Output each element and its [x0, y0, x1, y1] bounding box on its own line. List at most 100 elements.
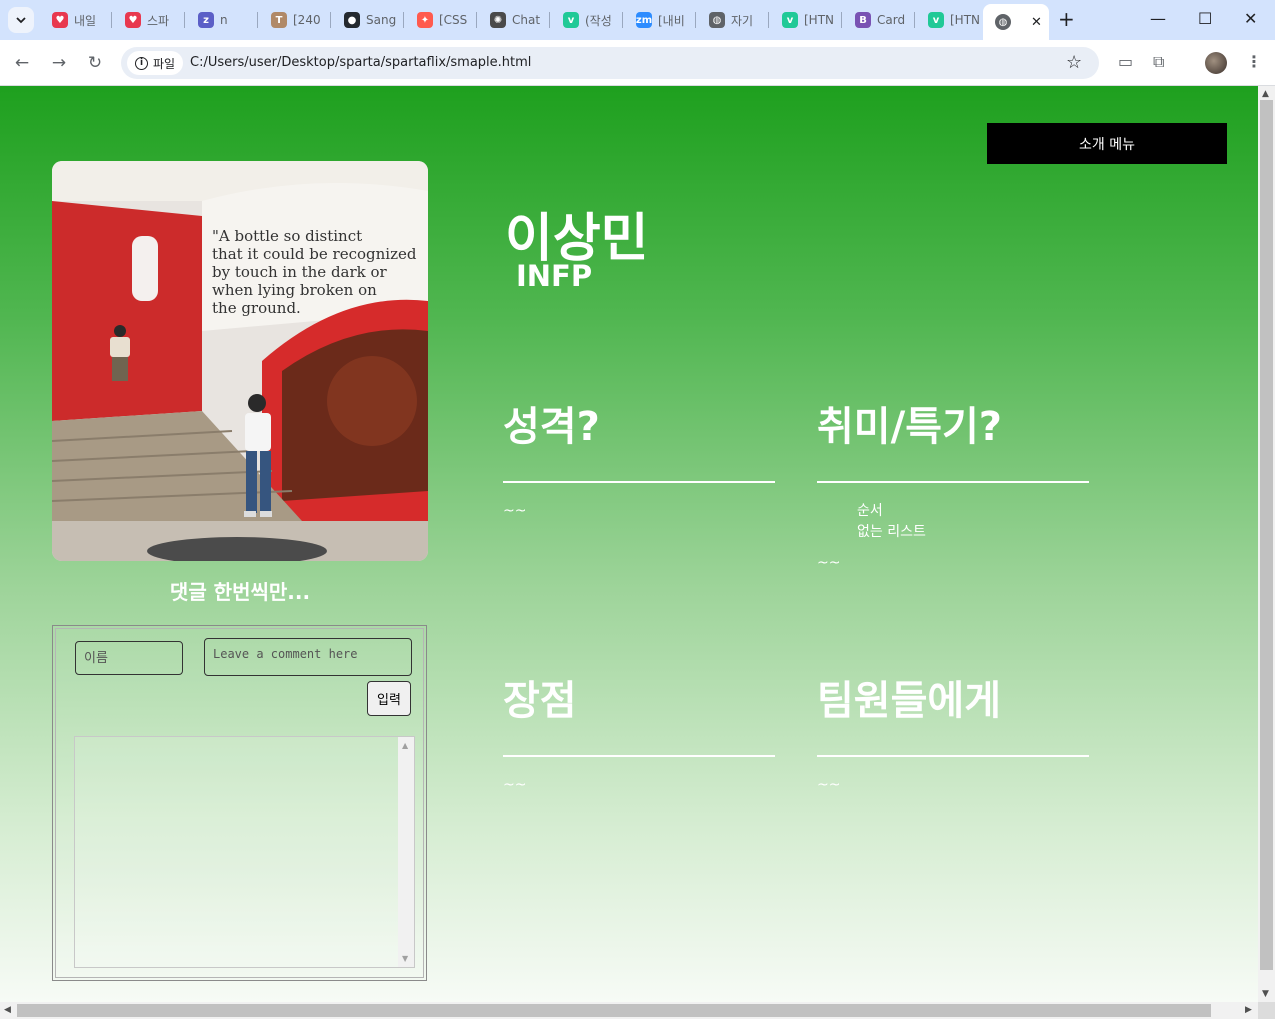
- section-body: ~~: [817, 555, 841, 571]
- section-to-team: 팀원들에게 ~~: [817, 671, 1089, 793]
- cast-icon[interactable]: ▭: [1118, 52, 1133, 71]
- page-horizontal-scrollbar[interactable]: ◀ ▶: [0, 1002, 1258, 1019]
- tab-favicon-icon: v: [563, 12, 579, 28]
- back-arrow-icon[interactable]: ←: [11, 52, 33, 74]
- tab-title: [CSS: [439, 13, 468, 27]
- comment-form: 입력 ▲ ▼: [52, 625, 427, 981]
- browser-tab[interactable]: B Card: [843, 6, 913, 34]
- browser-tab[interactable]: zm [내비: [624, 6, 694, 34]
- scrollbar-thumb[interactable]: [1260, 100, 1273, 970]
- section-personality: 성격? ~~: [503, 397, 775, 519]
- list-item: 없는 리스트: [857, 524, 926, 540]
- comment-list-scrollbar[interactable]: ▲ ▼: [398, 737, 414, 967]
- comment-textarea[interactable]: [204, 638, 412, 676]
- tab-separator: [695, 12, 696, 28]
- tab-separator: [841, 12, 842, 28]
- browser-tab[interactable]: v [HTN: [916, 6, 986, 34]
- tab-title: (작성: [585, 13, 612, 28]
- tab-separator: [622, 12, 623, 28]
- tab-title: 스파: [147, 13, 170, 28]
- name-input[interactable]: [75, 641, 183, 675]
- close-tab-icon[interactable]: ✕: [1031, 15, 1042, 30]
- browser-tab[interactable]: ♥ 내일: [40, 6, 110, 34]
- section-hobbies: 취미/특기? 순서 없는 리스트 ~~: [817, 397, 1089, 571]
- browser-tab[interactable]: ◍ 자기: [697, 6, 767, 34]
- browser-tab[interactable]: T [240: [259, 6, 329, 34]
- tab-favicon-icon: ♥: [125, 12, 141, 28]
- more-menu-icon[interactable]: ⋮: [1246, 52, 1262, 71]
- extensions-icon[interactable]: ⧉: [1153, 52, 1164, 72]
- scroll-down-icon[interactable]: ▼: [402, 954, 408, 963]
- browser-tab[interactable]: v [HTN: [770, 6, 840, 34]
- page-vertical-scrollbar[interactable]: ▲ ▼: [1258, 86, 1275, 1002]
- tab-strip: ♥ 내일 ♥ 스파 z n T [240 ● Sang ✦ [CSS ✺ Chat v (작성 zm [내비 ◍ 자기…: [0, 0, 1275, 40]
- maximize-icon[interactable]: ☐: [1198, 9, 1212, 29]
- chevron-down-icon: [16, 17, 26, 24]
- tab-title: Sang: [366, 13, 397, 27]
- scroll-left-icon[interactable]: ◀: [4, 1005, 11, 1015]
- profile-avatar[interactable]: [1205, 52, 1227, 74]
- browser-tab[interactable]: zn: [186, 6, 256, 34]
- browser-tab[interactable]: v (작성: [551, 6, 621, 34]
- tab-title: 자기: [731, 13, 754, 28]
- info-icon: i: [135, 56, 148, 70]
- scroll-up-icon[interactable]: ▲: [1262, 89, 1269, 99]
- tab-separator: [111, 12, 112, 28]
- section-title: 팀원들에게: [817, 671, 1089, 757]
- new-tab-button[interactable]: +: [1058, 9, 1075, 29]
- intro-menu-button[interactable]: 소개 메뉴: [987, 123, 1227, 164]
- tab-title: [HTN: [804, 13, 835, 27]
- section-strengths: 장점 ~~: [503, 671, 775, 793]
- section-title: 장점: [503, 671, 775, 757]
- globe-icon: ◍: [995, 14, 1011, 30]
- window-close-icon[interactable]: ✕: [1244, 9, 1257, 29]
- tab-search-button[interactable]: [8, 7, 34, 33]
- tab-separator: [403, 12, 404, 28]
- tab-favicon-icon: zm: [636, 12, 652, 28]
- forward-arrow-icon[interactable]: →: [48, 52, 70, 74]
- browser-tab[interactable]: ✦ [CSS: [405, 6, 475, 34]
- section-body: ~~: [817, 777, 841, 793]
- tab-favicon-icon: ✦: [417, 12, 433, 28]
- tab-separator: [549, 12, 550, 28]
- svg-text:when lying broken on: when lying broken on: [212, 281, 377, 299]
- section-title: 성격?: [503, 397, 775, 483]
- browser-toolbar: ← → ↻ i 파일 C:/Users/user/Desktop/sparta/…: [0, 40, 1275, 86]
- submit-button[interactable]: 입력: [367, 681, 411, 716]
- file-chip-label: 파일: [153, 56, 176, 71]
- tab-favicon-icon: ✺: [490, 12, 506, 28]
- tab-favicon-icon: B: [855, 12, 871, 28]
- tab-favicon-icon: ●: [344, 12, 360, 28]
- tab-favicon-icon: v: [782, 12, 798, 28]
- scroll-up-icon[interactable]: ▲: [402, 741, 408, 750]
- minimize-icon[interactable]: —: [1150, 9, 1166, 29]
- browser-tab[interactable]: ● Sang: [332, 6, 402, 34]
- page-viewport: 소개 메뉴 "A bottle so distinct that it coul…: [0, 86, 1258, 1002]
- list-item: 순서: [857, 503, 883, 519]
- svg-text:"A bottle so distinct: "A bottle so distinct: [212, 227, 362, 245]
- site-info-chip[interactable]: i 파일: [127, 51, 184, 75]
- tab-title: Chat: [512, 13, 541, 27]
- scroll-down-icon[interactable]: ▼: [1262, 989, 1269, 999]
- url-text[interactable]: C:/Users/user/Desktop/sparta/spartaflix/…: [190, 55, 531, 70]
- reload-icon[interactable]: ↻: [84, 52, 106, 74]
- section-body: ~~: [503, 777, 527, 793]
- hobbies-list: 순서 없는 리스트: [817, 501, 957, 543]
- tab-separator: [914, 12, 915, 28]
- browser-tab[interactable]: ♥ 스파: [113, 6, 183, 34]
- browser-tab[interactable]: ✺ Chat: [478, 6, 548, 34]
- tab-favicon-icon: v: [928, 12, 944, 28]
- svg-text:that it could be recognized: that it could be recognized: [212, 245, 417, 263]
- profile-photo-image: "A bottle so distinct that it could be r…: [52, 161, 428, 561]
- address-bar[interactable]: i 파일 C:/Users/user/Desktop/sparta/sparta…: [121, 47, 1099, 79]
- tab-active[interactable]: ◍ ✕: [983, 4, 1049, 40]
- bookmark-star-icon[interactable]: ☆: [1066, 52, 1082, 73]
- scrollbar-thumb[interactable]: [17, 1004, 1211, 1017]
- comment-list[interactable]: ▲ ▼: [74, 736, 415, 968]
- tab-title: [240: [293, 13, 321, 27]
- tab-title: [내비: [658, 13, 685, 28]
- scroll-right-icon[interactable]: ▶: [1245, 1005, 1252, 1015]
- mbti-label: INFP: [516, 259, 593, 293]
- tab-title: [HTN: [950, 13, 981, 27]
- tab-favicon-icon: ◍: [709, 12, 725, 28]
